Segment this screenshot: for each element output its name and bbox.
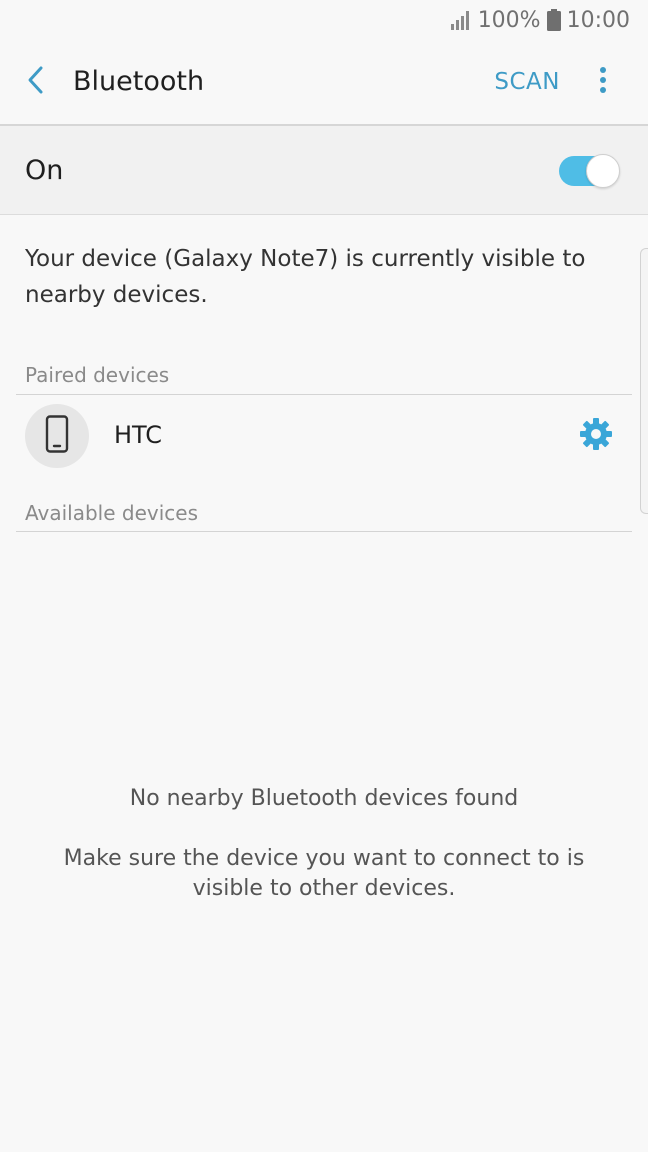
available-devices-header: Available devices bbox=[25, 501, 198, 525]
clock: 10:00 bbox=[566, 7, 630, 33]
more-options-button[interactable] bbox=[588, 64, 618, 100]
device-settings-button[interactable] bbox=[577, 417, 615, 455]
app-bar: Bluetooth SCAN bbox=[0, 40, 648, 124]
empty-state-description: Make sure the device you want to connect… bbox=[63, 846, 585, 901]
battery-icon bbox=[546, 9, 561, 31]
page-title: Bluetooth bbox=[73, 66, 205, 97]
bluetooth-switch-label: On bbox=[25, 155, 64, 186]
paired-device-row[interactable]: HTC bbox=[0, 397, 648, 475]
paired-devices-header: Paired devices bbox=[25, 363, 170, 387]
back-button[interactable] bbox=[16, 62, 56, 102]
smartphone-icon bbox=[45, 415, 69, 457]
bluetooth-toggle[interactable] bbox=[559, 154, 620, 188]
device-name: HTC bbox=[114, 421, 163, 449]
status-bar-right: 100% 10:00 bbox=[450, 6, 630, 34]
signal-icon bbox=[450, 10, 472, 30]
device-avatar bbox=[25, 404, 89, 468]
status-bar: 100% 10:00 bbox=[0, 0, 648, 40]
bluetooth-switch-row[interactable]: On bbox=[0, 126, 648, 215]
visibility-message: Your device (Galaxy Note7) is currently … bbox=[25, 246, 586, 308]
back-arrow-icon bbox=[26, 65, 46, 99]
paired-devices-divider bbox=[16, 394, 632, 395]
scan-button[interactable]: SCAN bbox=[494, 67, 560, 97]
empty-state-title: No nearby Bluetooth devices found bbox=[129, 786, 519, 811]
gear-icon bbox=[579, 417, 613, 455]
edge-panel-handle[interactable] bbox=[640, 248, 648, 514]
battery-percent: 100% bbox=[477, 7, 541, 33]
available-devices-divider bbox=[16, 531, 632, 532]
toggle-thumb bbox=[586, 154, 620, 188]
more-vert-icon bbox=[599, 66, 607, 98]
